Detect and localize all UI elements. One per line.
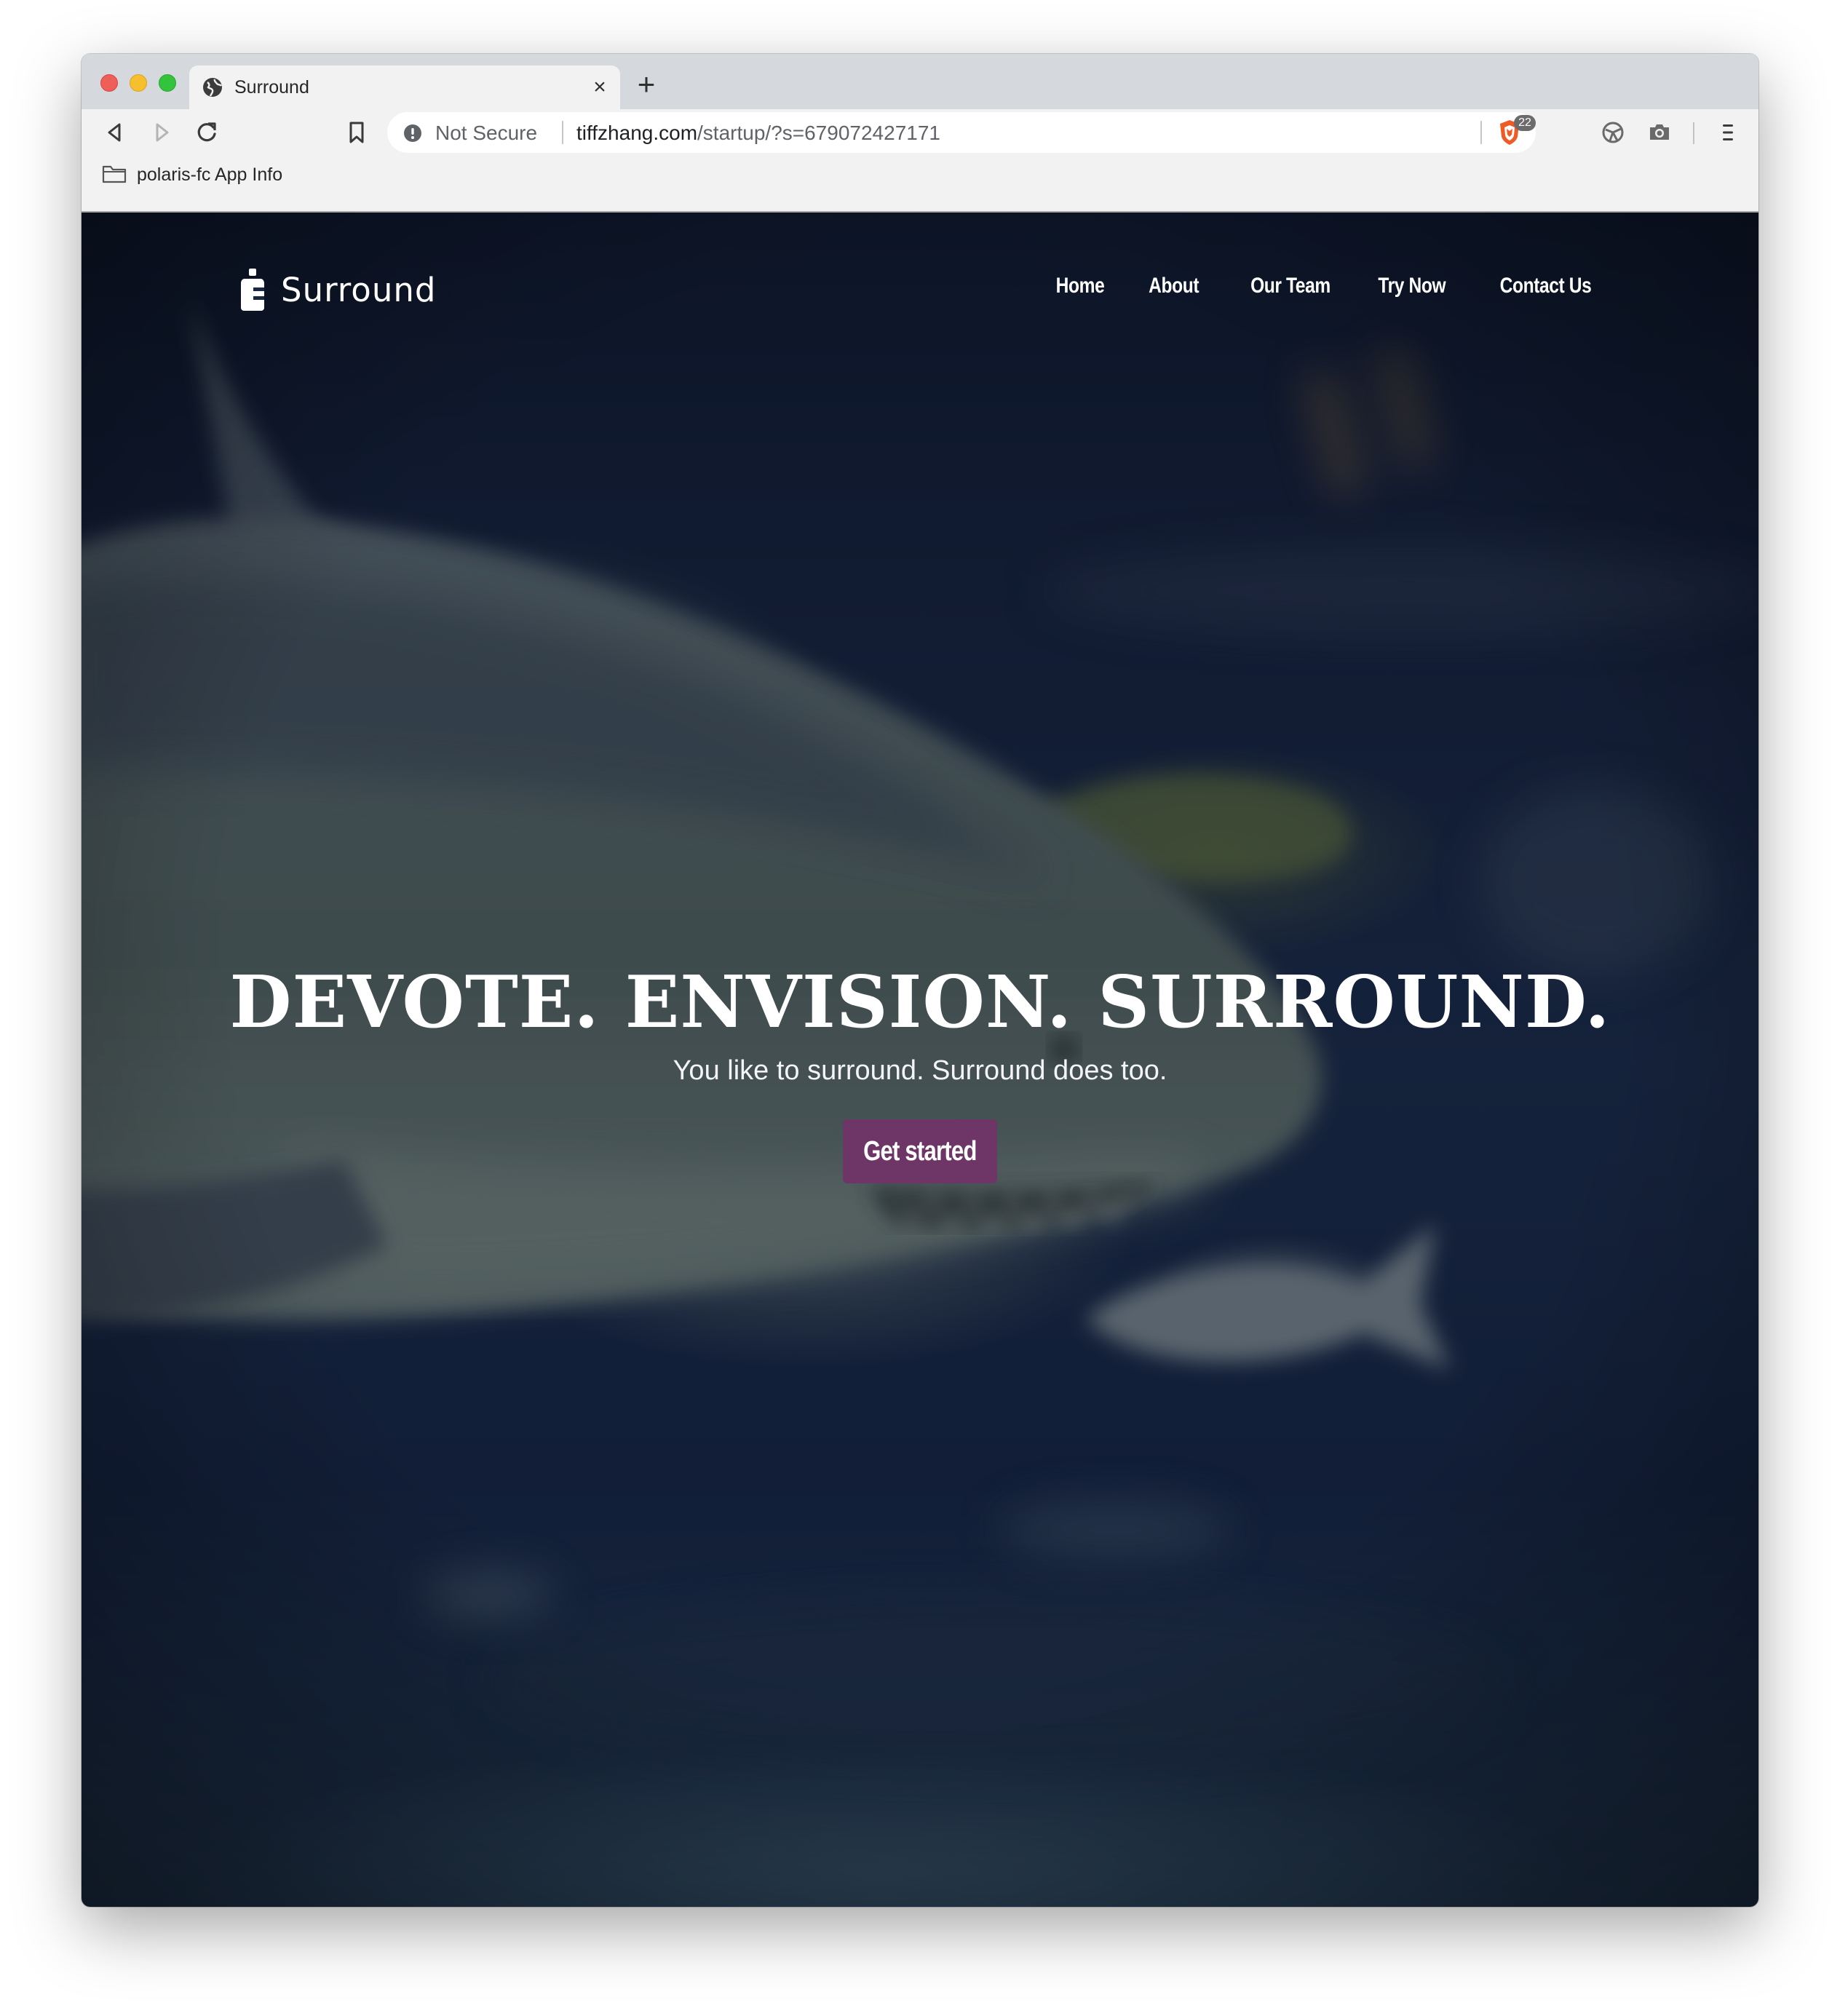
- omnibox-divider: [562, 121, 563, 144]
- bottle-icon: [241, 269, 264, 311]
- window-minimize-button[interactable]: [130, 74, 147, 92]
- hamburger-menu-icon: [1723, 124, 1733, 140]
- nav-our-team[interactable]: Our Team: [1250, 274, 1331, 298]
- bookmark-icon: [349, 122, 364, 143]
- browser-toolbar: Not Secure tiffzhang.com/startup/?s=6790…: [82, 109, 1758, 156]
- get-started-button[interactable]: Get started: [843, 1119, 997, 1184]
- nav-try-now[interactable]: Try Now: [1379, 274, 1446, 298]
- hero: DEVOTE. ENVISION. SURROUND. You like to …: [82, 961, 1758, 1184]
- browser-window: Surround × + Not Secure tiffzhang.com/st…: [82, 54, 1758, 1907]
- camera-icon: [1650, 124, 1669, 140]
- close-icon: ×: [593, 75, 606, 99]
- nav-contact-us[interactable]: Contact Us: [1499, 274, 1591, 298]
- back-button[interactable]: [99, 116, 131, 148]
- forward-button[interactable]: [146, 116, 178, 148]
- bookmark-button[interactable]: [341, 116, 373, 148]
- bookmarks-bar: polaris-fc App Info: [82, 156, 1758, 192]
- get-started-label: Get started: [863, 1136, 977, 1167]
- plus-icon: +: [637, 67, 656, 101]
- nav-home[interactable]: Home: [1056, 274, 1105, 298]
- rewards-icon: [1602, 122, 1624, 143]
- address-bar[interactable]: Not Secure tiffzhang.com/startup/?s=6790…: [387, 112, 1536, 153]
- bookmark-label: polaris-fc App Info: [137, 164, 283, 185]
- security-status[interactable]: Not Secure: [435, 122, 537, 145]
- rewards-extension-button[interactable]: [1597, 116, 1629, 148]
- shield-count-badge: 22: [1514, 115, 1536, 131]
- url-path: /startup/?s=679072427171: [697, 122, 940, 144]
- url-host: tiffzhang.com: [576, 122, 698, 144]
- brand-name: Surround: [281, 270, 437, 309]
- nav-about[interactable]: About: [1149, 274, 1199, 298]
- reload-icon: [197, 122, 216, 142]
- new-tab-button[interactable]: +: [630, 68, 662, 100]
- screenshot-extension-button[interactable]: [1643, 116, 1676, 148]
- tab-surround[interactable]: Surround ×: [189, 66, 620, 109]
- hero-headline: DEVOTE. ENVISION. SURROUND.: [229, 961, 1611, 1044]
- globe-icon: [203, 78, 223, 97]
- hero-subline: You like to surround. Surround does too.: [673, 1055, 1167, 1086]
- reload-button[interactable]: [191, 116, 223, 148]
- site-logo[interactable]: Surround: [240, 266, 436, 313]
- back-arrow-icon: [108, 123, 121, 142]
- toolbar-divider: [1693, 122, 1694, 144]
- browser-menu-button[interactable]: [1712, 116, 1744, 148]
- page-viewport: Surround Home About Our Team Try Now Con…: [82, 213, 1758, 1907]
- url-text[interactable]: tiffzhang.com/startup/?s=679072427171: [576, 122, 940, 145]
- forward-arrow-icon: [156, 123, 169, 142]
- site-nav: Home About Our Team Try Now Contact Us: [1045, 274, 1592, 298]
- folder-icon: [102, 165, 127, 183]
- tab-title: Surround: [234, 77, 309, 98]
- tab-strip: Surround × +: [82, 54, 1758, 109]
- tab-close-button[interactable]: ×: [587, 74, 613, 100]
- warning-icon: [404, 124, 421, 142]
- window-zoom-button[interactable]: [159, 74, 176, 92]
- window-close-button[interactable]: [100, 74, 118, 92]
- omnibox-divider: [1480, 121, 1482, 144]
